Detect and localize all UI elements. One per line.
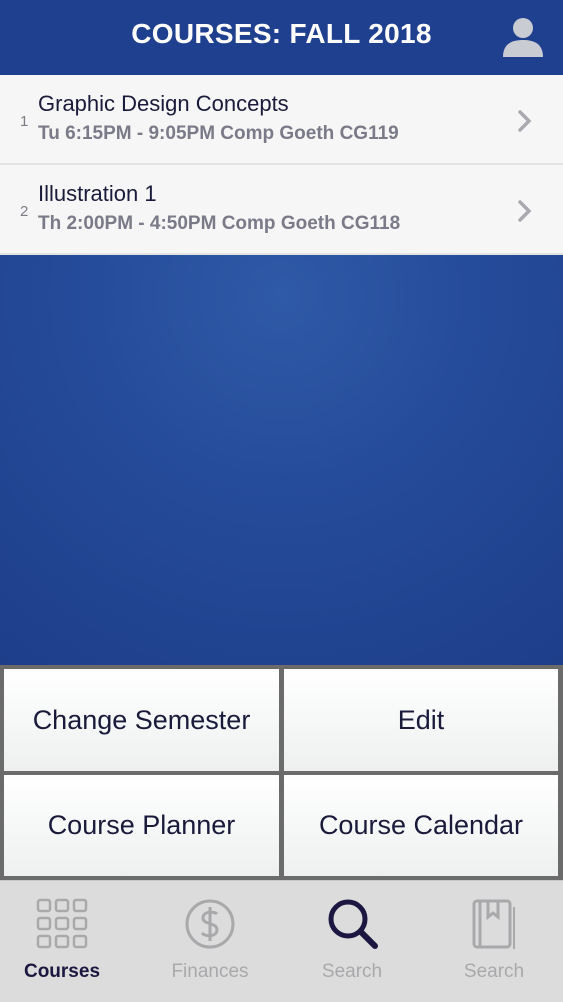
book-icon bbox=[468, 897, 520, 951]
course-title: Graphic Design Concepts bbox=[38, 91, 289, 116]
action-grid: Change Semester Edit Course Planner Cour… bbox=[0, 665, 563, 880]
tab-courses[interactable]: Courses bbox=[0, 881, 132, 1002]
course-row[interactable]: 1 Graphic Design Concepts Tu 6:15PM - 9:… bbox=[0, 75, 563, 165]
course-title: Illustration 1 bbox=[38, 181, 157, 206]
course-schedule: Tu 6:15PM - 9:05PM Comp Goeth CG119 bbox=[38, 123, 399, 144]
app-header: COURSES: FALL 2018 bbox=[0, 0, 563, 75]
tab-label: Search bbox=[321, 961, 383, 982]
background-area bbox=[0, 255, 563, 665]
course-calendar-button[interactable]: Course Calendar bbox=[284, 775, 558, 876]
edit-button[interactable]: Edit bbox=[284, 669, 558, 771]
tab-search-catalog[interactable]: Search bbox=[424, 881, 563, 1002]
course-index: 2 bbox=[20, 203, 29, 220]
change-semester-button[interactable]: Change Semester bbox=[4, 669, 279, 771]
chevron-right-icon bbox=[517, 199, 533, 223]
tab-search[interactable]: Search bbox=[282, 881, 422, 1002]
course-index: 1 bbox=[20, 113, 29, 130]
tab-label: Finances bbox=[171, 961, 249, 982]
search-icon bbox=[326, 897, 378, 951]
course-schedule: Th 2:00PM - 4:50PM Comp Goeth CG118 bbox=[38, 213, 401, 234]
user-icon[interactable] bbox=[501, 15, 545, 59]
page-title: COURSES: FALL 2018 bbox=[131, 18, 432, 49]
grid-icon bbox=[36, 897, 88, 951]
dollar-icon bbox=[184, 897, 236, 951]
course-row[interactable]: 2 Illustration 1 Th 2:00PM - 4:50PM Comp… bbox=[0, 165, 563, 255]
tab-label: Search bbox=[463, 961, 525, 982]
tab-bar: Courses Finances Search Search bbox=[0, 880, 563, 1002]
course-list: 1 Graphic Design Concepts Tu 6:15PM - 9:… bbox=[0, 75, 563, 255]
tab-finances[interactable]: Finances bbox=[140, 881, 280, 1002]
tab-label: Courses bbox=[23, 961, 101, 982]
chevron-right-icon bbox=[517, 109, 533, 133]
course-planner-button[interactable]: Course Planner bbox=[4, 775, 279, 876]
